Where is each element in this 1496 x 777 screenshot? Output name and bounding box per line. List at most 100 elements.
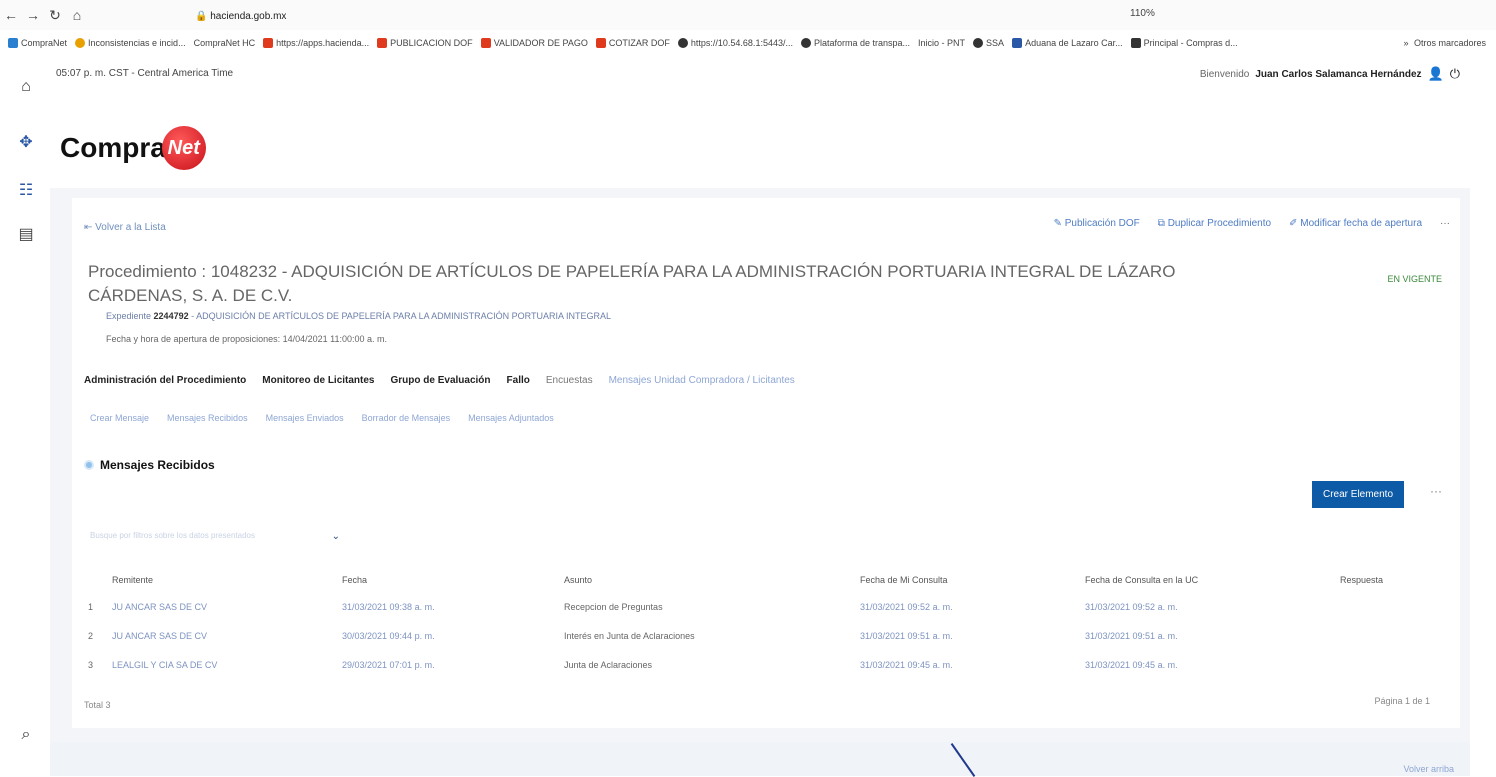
search-icon[interactable]: ⌕ — [16, 726, 36, 746]
section-dot-icon — [84, 460, 94, 470]
column-header[interactable]: Respuesta — [1336, 568, 1414, 592]
remitente-cell[interactable]: JU ANCAR SAS DE CV — [108, 592, 338, 621]
tab-mensajes-enviados[interactable]: Mensajes Enviados — [266, 413, 344, 423]
row-number: 2 — [88, 630, 94, 641]
column-header[interactable]: Remitente — [108, 568, 338, 592]
back-icon[interactable]: ← — [0, 7, 22, 23]
bookmark-item[interactable]: Aduana de Lazaro Car... — [1012, 38, 1123, 48]
bookmark-item[interactable]: Plataforma de transpa... — [800, 38, 910, 48]
bookmark-item[interactable]: PUBLICACION DOF — [377, 38, 473, 48]
folder-icon: » — [1403, 38, 1411, 48]
row-number: 1 — [88, 601, 94, 612]
remitente-cell[interactable]: JU ANCAR SAS DE CV — [108, 621, 338, 650]
column-header[interactable]: Fecha de Mi Consulta — [856, 568, 1081, 592]
welcome-label: Bienvenido — [1199, 68, 1250, 80]
status-badge: EN VIGENTE — [1387, 274, 1442, 284]
duplicar-procedimiento-button[interactable]: ⧉ Duplicar Procedimiento — [1158, 218, 1271, 229]
logo-text: Compra — [60, 132, 166, 163]
column-header[interactable]: Asunto — [560, 568, 856, 592]
compranet-logo: Compra Net — [60, 126, 206, 170]
zoom-level[interactable]: 110% — [1130, 8, 1155, 19]
filter-placeholder: Busque por filtros sobre los datos prese… — [90, 531, 255, 540]
home-icon[interactable]: ⌂ — [16, 78, 36, 98]
tab-mensajes[interactable]: Mensajes Unidad Compradora / Licitantes — [609, 375, 795, 386]
asunto-cell[interactable]: Interés en Junta de Aclaraciones — [560, 621, 856, 650]
users-icon[interactable]: ☷ — [16, 180, 36, 200]
current-time: 05:07 p. m. CST - Central America Time — [56, 68, 234, 79]
handshake-icon[interactable]: ✥ — [16, 132, 36, 152]
procedure-card: ⇤ Volver a la Lista ✎ Publicación DOF ⧉ … — [72, 198, 1460, 728]
modificar-fecha-button[interactable]: ✐ Modificar fecha de apertura — [1289, 218, 1422, 229]
fecha-consulta-cell: 31/03/2021 09:45 a. m. — [860, 659, 953, 670]
table-row[interactable]: 2 JU ANCAR SAS DE CV 30/03/2021 09:44 p.… — [84, 621, 1414, 650]
fecha-consulta-uc-cell: 31/03/2021 09:45 a. m. — [1085, 659, 1178, 670]
messages-table: Remitente Fecha Asunto Fecha de Mi Consu… — [84, 568, 1414, 679]
reload-icon[interactable]: ↻ — [44, 7, 66, 24]
more-actions-icon[interactable]: ··· — [1440, 218, 1450, 229]
other-bookmarks[interactable]: » Otros marcadores — [1403, 38, 1496, 48]
url-bar[interactable]: 🔒 hacienda.gob.mx — [195, 6, 1095, 26]
fecha-cell: 31/03/2021 09:38 a. m. — [342, 601, 435, 612]
tab-crear-mensaje[interactable]: Crear Mensaje — [90, 413, 149, 423]
tab-monitoreo[interactable]: Monitoreo de Licitantes — [262, 375, 374, 386]
column-header — [84, 568, 108, 592]
procedure-actions: ✎ Publicación DOF ⧉ Duplicar Procedimien… — [1054, 218, 1450, 229]
power-icon[interactable]: ⏻ — [1450, 66, 1460, 82]
tab-mensajes-recibidos[interactable]: Mensajes Recibidos — [167, 413, 248, 423]
asunto-cell[interactable]: Junta de Aclaraciones — [560, 650, 856, 679]
fecha-apertura: Fecha y hora de apertura de proposicione… — [106, 334, 388, 344]
bookmark-item[interactable]: Principal - Compras d... — [1130, 38, 1238, 48]
bookmark-item[interactable]: CompraNet HC — [194, 38, 256, 48]
crear-elemento-button[interactable]: Crear Elemento — [1312, 481, 1404, 508]
back-to-top-link[interactable]: Volver arriba — [1403, 764, 1454, 774]
remitente-cell[interactable]: LEALGIL Y CIA SA DE CV — [108, 650, 338, 679]
table-header-row: Remitente Fecha Asunto Fecha de Mi Consu… — [84, 568, 1414, 592]
asunto-cell[interactable]: Recepcion de Preguntas — [560, 592, 856, 621]
main-tabs: Administración del Procedimiento Monitor… — [84, 375, 795, 386]
logo-banner: Compra Net — [50, 88, 1470, 188]
table-row[interactable]: 3 LEALGIL Y CIA SA DE CV 29/03/2021 07:0… — [84, 650, 1414, 679]
bookmark-item[interactable]: https://apps.hacienda... — [263, 38, 369, 48]
tab-encuestas[interactable]: Encuestas — [546, 375, 593, 386]
more-options-icon[interactable]: ··· — [1430, 484, 1442, 498]
globe-icon — [800, 38, 811, 48]
table-row[interactable]: 1 JU ANCAR SAS DE CV 31/03/2021 09:38 a.… — [84, 592, 1414, 621]
column-header[interactable]: Fecha — [338, 568, 560, 592]
documents-icon[interactable]: ▤ — [16, 224, 36, 244]
tab-mensajes-adjuntados[interactable]: Mensajes Adjuntados — [468, 413, 554, 423]
procedure-title: Procedimiento : 1048232 - ADQUISICIÓN DE… — [88, 262, 1176, 305]
publicacion-dof-button[interactable]: ✎ Publicación DOF — [1054, 218, 1140, 229]
page-content: 05:07 p. m. CST - Central America Time B… — [50, 58, 1470, 777]
column-header[interactable]: Fecha de Consulta en la UC — [1081, 568, 1336, 592]
filter-dropdown[interactable]: Busque por filtros sobre los datos prese… — [90, 531, 340, 542]
respuesta-cell — [1336, 650, 1414, 679]
tab-administracion[interactable]: Administración del Procedimiento — [84, 375, 246, 386]
bookmarks-bar: CompraNet Inconsistencias e incid... Com… — [0, 32, 1496, 54]
forward-icon[interactable]: → — [22, 7, 44, 23]
bookmark-item[interactable]: Inicio - PNT — [918, 38, 965, 48]
tab-fallo[interactable]: Fallo — [507, 375, 530, 386]
home-icon[interactable]: ⌂ — [66, 7, 88, 23]
bookmark-item[interactable]: CompraNet — [8, 38, 67, 48]
fecha-consulta-cell: 31/03/2021 09:52 a. m. — [860, 601, 953, 612]
bookmark-item[interactable]: Inconsistencias e incid... — [75, 38, 186, 48]
bookmark-item[interactable]: COTIZAR DOF — [595, 38, 670, 48]
bookmark-item[interactable]: SSA — [973, 38, 1004, 48]
bookmark-icon — [1130, 38, 1141, 48]
total-count: Total 3 — [84, 700, 111, 710]
bookmark-item[interactable]: https://10.54.68.1:5443/... — [677, 38, 793, 48]
bookmark-item[interactable]: VALIDADOR DE PAGO — [480, 38, 588, 48]
bookmark-icon — [480, 38, 491, 48]
chevron-down-icon: ⌄ — [331, 531, 340, 542]
back-to-list-link[interactable]: ⇤ Volver a la Lista — [84, 222, 166, 233]
expediente-number: 2244792 — [153, 311, 189, 321]
row-number: 3 — [88, 659, 94, 670]
lock-icon: 🔒 — [195, 10, 211, 22]
user-icon[interactable]: 👤 — [1428, 66, 1444, 82]
bookmark-icon — [377, 38, 388, 48]
fecha-consulta-uc-cell: 31/03/2021 09:51 a. m. — [1085, 630, 1178, 641]
tab-grupo-evaluacion[interactable]: Grupo de Evaluación — [391, 375, 491, 386]
fecha-cell: 29/03/2021 07:01 p. m. — [342, 659, 435, 670]
tab-borrador-mensajes[interactable]: Borrador de Mensajes — [362, 413, 451, 423]
globe-icon — [677, 38, 688, 48]
